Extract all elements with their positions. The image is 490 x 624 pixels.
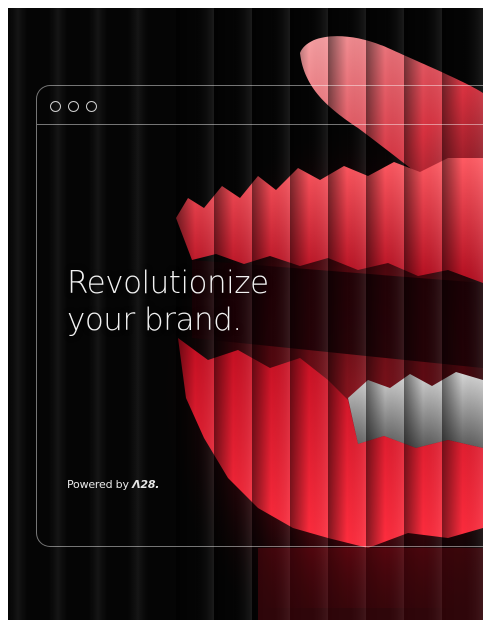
brand-logo-text: Λ28. [132,478,160,491]
headline: Revolutionize your brand. [67,265,269,339]
window-control-dot [86,101,97,112]
window-control-dot [68,101,79,112]
powered-by-text: Powered by [67,478,129,491]
headline-line-1: Revolutionize [67,265,269,301]
window-title-bar [37,124,483,125]
powered-by: Powered by Λ28. [67,478,159,491]
window-control-dot [50,101,61,112]
headline-line-2: your brand. [67,302,242,338]
poster: Revolutionize your brand. Powered by Λ28… [8,8,483,620]
